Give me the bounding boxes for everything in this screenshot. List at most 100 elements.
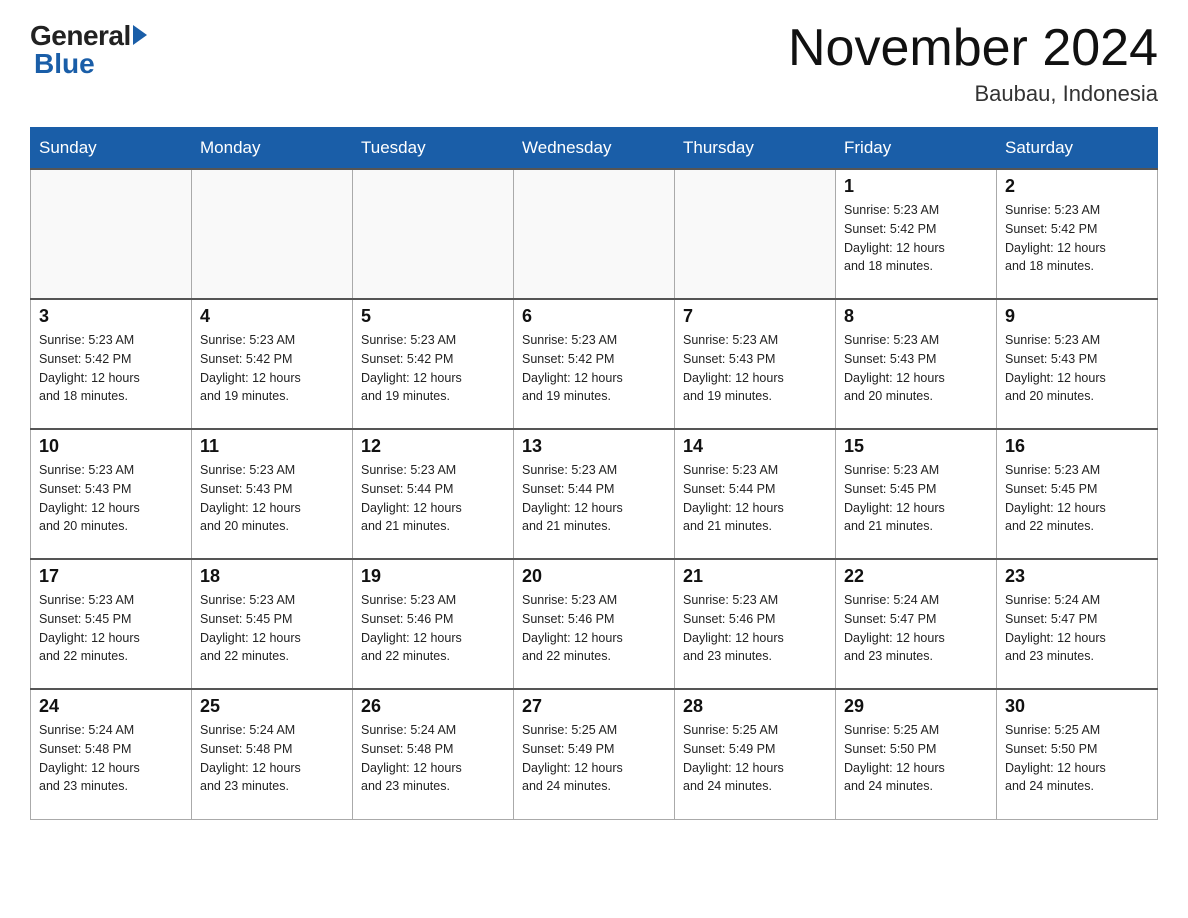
weekday-header-friday: Friday <box>836 128 997 170</box>
calendar-cell: 9 Sunrise: 5:23 AMSunset: 5:43 PMDaylight… <box>997 299 1158 429</box>
week-row-3: 10 Sunrise: 5:23 AMSunset: 5:43 PMDayligh… <box>31 429 1158 559</box>
logo-triangle-icon <box>133 25 147 45</box>
location-subtitle: Baubau, Indonesia <box>788 81 1158 107</box>
day-info: Sunrise: 5:23 AMSunset: 5:42 PMDaylight:… <box>39 331 183 406</box>
day-info: Sunrise: 5:23 AMSunset: 5:46 PMDaylight:… <box>361 591 505 666</box>
day-info: Sunrise: 5:25 AMSunset: 5:50 PMDaylight:… <box>844 721 988 796</box>
day-info: Sunrise: 5:23 AMSunset: 5:45 PMDaylight:… <box>200 591 344 666</box>
calendar-cell: 27Sunrise: 5:25 AMSunset: 5:49 PMDayligh… <box>514 689 675 819</box>
day-number: 9 <box>1005 306 1149 327</box>
calendar-cell: 21 Sunrise: 5:23 AMSunset: 5:46 PMDayligh… <box>675 559 836 689</box>
day-info: Sunrise: 5:23 AMSunset: 5:46 PMDaylight:… <box>683 591 827 666</box>
calendar-cell: 25Sunrise: 5:24 AMSunset: 5:48 PMDayligh… <box>192 689 353 819</box>
day-info: Sunrise: 5:23 AMSunset: 5:42 PMDaylight:… <box>844 201 988 276</box>
calendar-cell: 17 Sunrise: 5:23 AMSunset: 5:45 PMDayligh… <box>31 559 192 689</box>
day-number: 22 <box>844 566 988 587</box>
day-info: Sunrise: 5:23 AMSunset: 5:45 PMDaylight:… <box>39 591 183 666</box>
day-info: Sunrise: 5:24 AMSunset: 5:47 PMDaylight:… <box>1005 591 1149 666</box>
day-number: 1 <box>844 176 988 197</box>
calendar-cell: 24 Sunrise: 5:24 AMSunset: 5:48 PMDayligh… <box>31 689 192 819</box>
week-row-1: 1 Sunrise: 5:23 AMSunset: 5:42 PMDaylight… <box>31 169 1158 299</box>
calendar-cell <box>675 169 836 299</box>
day-number: 27 <box>522 696 666 717</box>
day-info: Sunrise: 5:24 AMSunset: 5:48 PMDaylight:… <box>39 721 183 796</box>
calendar-cell: 5 Sunrise: 5:23 AMSunset: 5:42 PMDaylight… <box>353 299 514 429</box>
day-info: Sunrise: 5:23 AMSunset: 5:43 PMDaylight:… <box>844 331 988 406</box>
day-info: Sunrise: 5:23 AMSunset: 5:44 PMDaylight:… <box>522 461 666 536</box>
calendar-cell: 23Sunrise: 5:24 AMSunset: 5:47 PMDayligh… <box>997 559 1158 689</box>
weekday-header-saturday: Saturday <box>997 128 1158 170</box>
calendar-cell <box>192 169 353 299</box>
day-info: Sunrise: 5:23 AMSunset: 5:42 PMDaylight:… <box>1005 201 1149 276</box>
weekday-header-monday: Monday <box>192 128 353 170</box>
day-number: 16 <box>1005 436 1149 457</box>
calendar-cell <box>514 169 675 299</box>
week-row-4: 17 Sunrise: 5:23 AMSunset: 5:45 PMDayligh… <box>31 559 1158 689</box>
day-info: Sunrise: 5:23 AMSunset: 5:44 PMDaylight:… <box>683 461 827 536</box>
day-number: 13 <box>522 436 666 457</box>
calendar-cell: 7Sunrise: 5:23 AMSunset: 5:43 PMDaylight… <box>675 299 836 429</box>
calendar-cell: 8 Sunrise: 5:23 AMSunset: 5:43 PMDaylight… <box>836 299 997 429</box>
day-info: Sunrise: 5:25 AMSunset: 5:49 PMDaylight:… <box>683 721 827 796</box>
day-info: Sunrise: 5:23 AMSunset: 5:44 PMDaylight:… <box>361 461 505 536</box>
day-info: Sunrise: 5:24 AMSunset: 5:48 PMDaylight:… <box>361 721 505 796</box>
weekday-header-wednesday: Wednesday <box>514 128 675 170</box>
calendar-cell: 2Sunrise: 5:23 AMSunset: 5:42 PMDaylight… <box>997 169 1158 299</box>
day-number: 12 <box>361 436 505 457</box>
day-number: 5 <box>361 306 505 327</box>
week-row-2: 3 Sunrise: 5:23 AMSunset: 5:42 PMDaylight… <box>31 299 1158 429</box>
day-number: 14 <box>683 436 827 457</box>
day-info: Sunrise: 5:23 AMSunset: 5:43 PMDaylight:… <box>683 331 827 406</box>
calendar-cell: 10 Sunrise: 5:23 AMSunset: 5:43 PMDayligh… <box>31 429 192 559</box>
day-number: 3 <box>39 306 183 327</box>
day-info: Sunrise: 5:23 AMSunset: 5:42 PMDaylight:… <box>200 331 344 406</box>
day-number: 24 <box>39 696 183 717</box>
calendar-cell: 16 Sunrise: 5:23 AMSunset: 5:45 PMDayligh… <box>997 429 1158 559</box>
calendar-table: SundayMondayTuesdayWednesdayThursdayFrid… <box>30 127 1158 820</box>
logo: General Blue <box>30 20 147 80</box>
day-info: Sunrise: 5:23 AMSunset: 5:45 PMDaylight:… <box>844 461 988 536</box>
week-row-5: 24 Sunrise: 5:24 AMSunset: 5:48 PMDayligh… <box>31 689 1158 819</box>
day-info: Sunrise: 5:23 AMSunset: 5:43 PMDaylight:… <box>1005 331 1149 406</box>
day-info: Sunrise: 5:24 AMSunset: 5:48 PMDaylight:… <box>200 721 344 796</box>
weekday-header-sunday: Sunday <box>31 128 192 170</box>
day-number: 28 <box>683 696 827 717</box>
day-info: Sunrise: 5:24 AMSunset: 5:47 PMDaylight:… <box>844 591 988 666</box>
title-area: November 2024 Baubau, Indonesia <box>788 20 1158 107</box>
weekday-header-thursday: Thursday <box>675 128 836 170</box>
day-info: Sunrise: 5:23 AMSunset: 5:46 PMDaylight:… <box>522 591 666 666</box>
calendar-cell: 13 Sunrise: 5:23 AMSunset: 5:44 PMDayligh… <box>514 429 675 559</box>
day-info: Sunrise: 5:25 AMSunset: 5:50 PMDaylight:… <box>1005 721 1149 796</box>
calendar-cell: 12 Sunrise: 5:23 AMSunset: 5:44 PMDayligh… <box>353 429 514 559</box>
calendar-cell: 3 Sunrise: 5:23 AMSunset: 5:42 PMDaylight… <box>31 299 192 429</box>
day-number: 10 <box>39 436 183 457</box>
day-number: 17 <box>39 566 183 587</box>
calendar-cell: 29 Sunrise: 5:25 AMSunset: 5:50 PMDayligh… <box>836 689 997 819</box>
calendar-cell <box>31 169 192 299</box>
day-number: 11 <box>200 436 344 457</box>
day-info: Sunrise: 5:23 AMSunset: 5:42 PMDaylight:… <box>361 331 505 406</box>
calendar-cell: 14 Sunrise: 5:23 AMSunset: 5:44 PMDayligh… <box>675 429 836 559</box>
weekday-header-row: SundayMondayTuesdayWednesdayThursdayFrid… <box>31 128 1158 170</box>
day-number: 21 <box>683 566 827 587</box>
day-info: Sunrise: 5:23 AMSunset: 5:42 PMDaylight:… <box>522 331 666 406</box>
day-number: 15 <box>844 436 988 457</box>
calendar-cell: 15 Sunrise: 5:23 AMSunset: 5:45 PMDayligh… <box>836 429 997 559</box>
calendar-cell: 6Sunrise: 5:23 AMSunset: 5:42 PMDaylight… <box>514 299 675 429</box>
calendar-cell: 19 Sunrise: 5:23 AMSunset: 5:46 PMDayligh… <box>353 559 514 689</box>
calendar-cell: 4Sunrise: 5:23 AMSunset: 5:42 PMDaylight… <box>192 299 353 429</box>
day-number: 29 <box>844 696 988 717</box>
day-number: 30 <box>1005 696 1149 717</box>
day-number: 8 <box>844 306 988 327</box>
day-info: Sunrise: 5:23 AMSunset: 5:45 PMDaylight:… <box>1005 461 1149 536</box>
day-number: 20 <box>522 566 666 587</box>
day-number: 19 <box>361 566 505 587</box>
calendar-cell: 1 Sunrise: 5:23 AMSunset: 5:42 PMDaylight… <box>836 169 997 299</box>
day-info: Sunrise: 5:23 AMSunset: 5:43 PMDaylight:… <box>39 461 183 536</box>
calendar-cell: 20 Sunrise: 5:23 AMSunset: 5:46 PMDayligh… <box>514 559 675 689</box>
day-info: Sunrise: 5:23 AMSunset: 5:43 PMDaylight:… <box>200 461 344 536</box>
calendar-cell: 28 Sunrise: 5:25 AMSunset: 5:49 PMDayligh… <box>675 689 836 819</box>
month-title: November 2024 <box>788 20 1158 77</box>
calendar-cell: 18Sunrise: 5:23 AMSunset: 5:45 PMDayligh… <box>192 559 353 689</box>
weekday-header-tuesday: Tuesday <box>353 128 514 170</box>
